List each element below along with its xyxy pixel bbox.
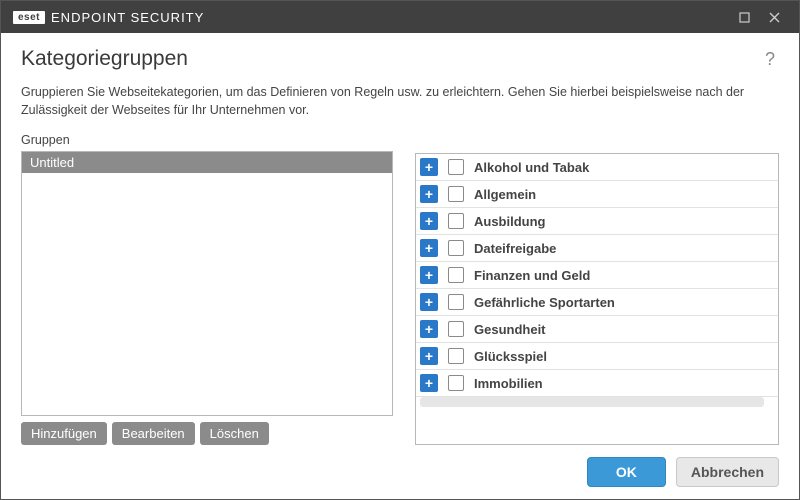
category-checkbox[interactable] (448, 321, 464, 337)
edit-button[interactable]: Bearbeiten (112, 422, 195, 445)
category-checkbox[interactable] (448, 186, 464, 202)
category-row: + Dateifreigabe (416, 235, 778, 262)
brand-logo: eset (13, 11, 45, 24)
category-label: Glücksspiel (474, 349, 547, 364)
category-checkbox[interactable] (448, 348, 464, 364)
product-title: ENDPOINT SECURITY (51, 10, 204, 25)
content-area: Kategoriegruppen ? Gruppieren Sie Websei… (1, 33, 799, 445)
expand-icon[interactable]: + (420, 212, 438, 230)
category-row: + Glücksspiel (416, 343, 778, 370)
category-label: Alkohol und Tabak (474, 160, 589, 175)
titlebar: eset ENDPOINT SECURITY (1, 1, 799, 33)
category-row: + Alkohol und Tabak (416, 154, 778, 181)
expand-icon[interactable]: + (420, 293, 438, 311)
category-checkbox[interactable] (448, 375, 464, 391)
categories-box: +Alkohol und Tabak+Allgemein+Ausbildung+… (415, 153, 779, 445)
close-icon (769, 12, 780, 23)
category-checkbox[interactable] (448, 213, 464, 229)
expand-icon[interactable]: + (420, 158, 438, 176)
groups-label: Gruppen (21, 133, 393, 147)
expand-icon[interactable]: + (420, 374, 438, 392)
groups-list[interactable]: Untitled (21, 151, 393, 416)
ok-button[interactable]: OK (587, 457, 666, 487)
horizontal-scrollbar[interactable] (420, 397, 764, 407)
categories-scroll[interactable]: +Alkohol und Tabak+Allgemein+Ausbildung+… (416, 154, 778, 444)
category-label: Immobilien (474, 376, 543, 391)
category-row: + Gesundheit (416, 316, 778, 343)
delete-button[interactable]: Löschen (200, 422, 269, 445)
category-row: + Immobilien (416, 370, 778, 397)
category-label: Allgemein (474, 187, 536, 202)
category-label: Ausbildung (474, 214, 546, 229)
category-label: Dateifreigabe (474, 241, 556, 256)
expand-icon[interactable]: + (420, 239, 438, 257)
category-row: + Allgemein (416, 181, 778, 208)
category-row: + Finanzen und Geld (416, 262, 778, 289)
category-checkbox[interactable] (448, 294, 464, 310)
close-button[interactable] (759, 1, 789, 33)
categories-panel: +Alkohol und Tabak+Allgemein+Ausbildung+… (415, 153, 779, 445)
category-label: Gesundheit (474, 322, 546, 337)
expand-icon[interactable]: + (420, 320, 438, 338)
page-title: Kategoriegruppen (21, 47, 761, 71)
minimize-button[interactable] (729, 1, 759, 33)
category-label: Finanzen und Geld (474, 268, 590, 283)
add-button[interactable]: Hinzufügen (21, 422, 107, 445)
expand-icon[interactable]: + (420, 266, 438, 284)
dialog-footer: OK Abbrechen (1, 445, 799, 499)
category-label: Gefährliche Sportarten (474, 295, 615, 310)
groups-panel: Gruppen Untitled Hinzufügen Bearbeiten L… (21, 133, 393, 445)
expand-icon[interactable]: + (420, 347, 438, 365)
expand-icon[interactable]: + (420, 185, 438, 203)
category-row: + Gefährliche Sportarten (416, 289, 778, 316)
category-row: + Ausbildung (416, 208, 778, 235)
help-button[interactable]: ? (761, 49, 779, 70)
page-description: Gruppieren Sie Webseitekategorien, um da… (21, 83, 779, 119)
group-item[interactable]: Untitled (22, 152, 392, 173)
app-window: eset ENDPOINT SECURITY Kategoriegruppen … (0, 0, 800, 500)
cancel-button[interactable]: Abbrechen (676, 457, 779, 487)
minimize-icon (739, 12, 750, 23)
category-checkbox[interactable] (448, 267, 464, 283)
category-checkbox[interactable] (448, 240, 464, 256)
category-checkbox[interactable] (448, 159, 464, 175)
